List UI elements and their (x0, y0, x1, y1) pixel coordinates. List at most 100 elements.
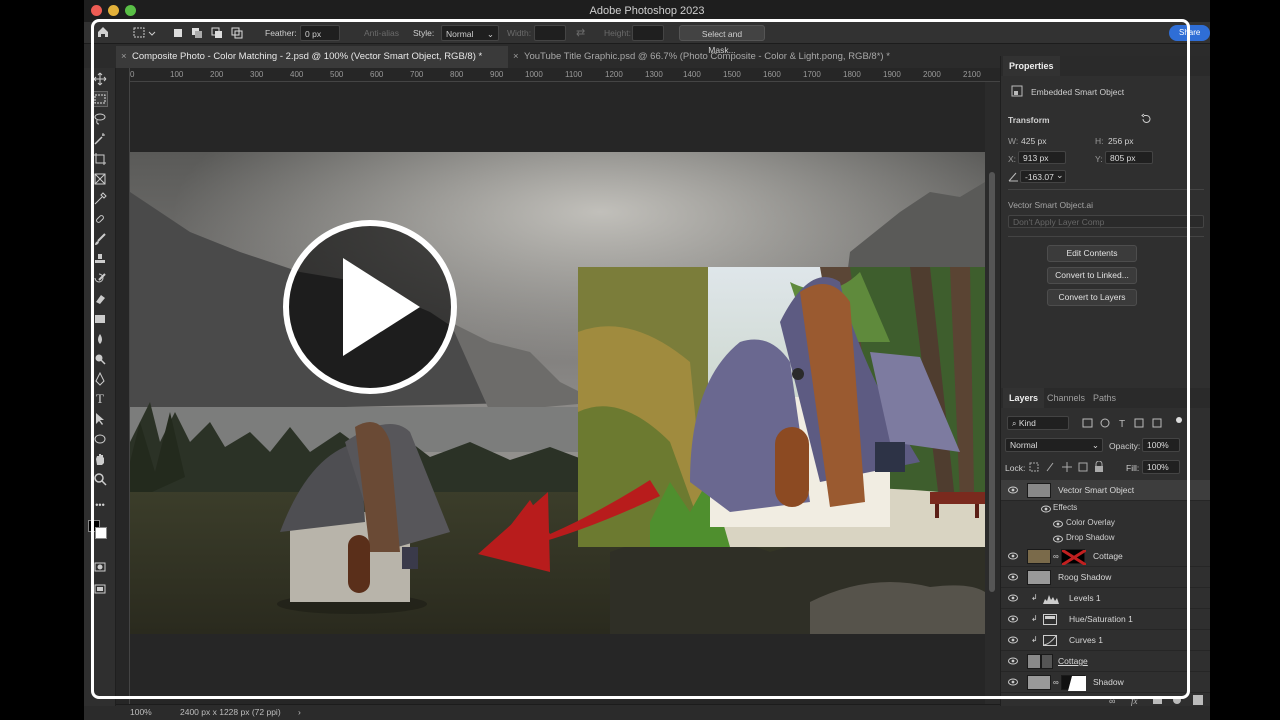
eraser-tool-icon[interactable] (93, 292, 107, 306)
blur-tool-icon[interactable] (93, 332, 107, 346)
share-button[interactable]: Share (1169, 25, 1210, 41)
ruler-tick-label: 1500 (723, 70, 741, 79)
visibility-eye-icon[interactable] (1008, 678, 1018, 686)
dodge-tool-icon[interactable] (93, 352, 107, 366)
convert-to-layers-button[interactable]: Convert to Layers (1047, 289, 1137, 306)
object-type-label: Embedded Smart Object (1031, 87, 1125, 97)
quick-mask-icon[interactable] (93, 560, 107, 574)
opacity-field[interactable]: 100% (1142, 438, 1180, 452)
move-tool-icon[interactable] (93, 72, 107, 86)
layer-actions-icons[interactable]: ∞ fx (1109, 694, 1209, 706)
lock-options-icons[interactable] (1029, 460, 1109, 475)
history-brush-tool-icon[interactable] (93, 272, 107, 286)
marquee-tool-icon[interactable] (92, 91, 108, 107)
screen-mode-icon[interactable] (93, 582, 107, 596)
layer-row[interactable]: ↲ Levels 1 (1001, 588, 1210, 609)
feather-input[interactable]: 0 px (300, 25, 340, 41)
layer-row[interactable]: ∞ Shadow (1001, 672, 1210, 693)
tab-channels[interactable]: Channels (1041, 388, 1091, 408)
style-select[interactable]: Normal ⌄ (441, 25, 499, 41)
layer-filter-icons[interactable]: T (1081, 417, 1191, 430)
marquee-preset-icon[interactable] (132, 25, 158, 41)
more-tools-icon[interactable]: ••• (93, 498, 107, 512)
layer-row[interactable]: Roog Shadow (1001, 567, 1210, 588)
background-color-swatch[interactable] (95, 527, 107, 539)
ruler-tick-label: 600 (370, 70, 384, 79)
visibility-eye-icon[interactable] (1008, 657, 1018, 665)
w-value[interactable]: 425 px (1021, 136, 1047, 146)
tab-composite-photo[interactable]: × Composite Photo - Color Matching - 2.p… (116, 46, 508, 68)
height-input[interactable] (632, 25, 664, 41)
pen-tool-icon[interactable] (93, 372, 107, 386)
gradient-tool-icon[interactable] (93, 312, 107, 326)
visibility-eye-icon[interactable] (1041, 505, 1051, 513)
zoom-level[interactable]: 100% (130, 707, 152, 717)
layer-row[interactable]: ∞ Cottage (1001, 546, 1210, 567)
fill-field[interactable]: 100% (1142, 460, 1180, 474)
minimize-window-button[interactable] (108, 5, 119, 16)
hand-tool-icon[interactable] (93, 452, 107, 466)
visibility-eye-icon[interactable] (1008, 594, 1018, 602)
tools-panel: T ••• (84, 68, 116, 706)
zoom-tool-icon[interactable] (93, 472, 107, 486)
layer-row[interactable]: ↲ Curves 1 (1001, 630, 1210, 651)
effect-row[interactable]: Drop Shadow (1001, 531, 1210, 546)
layer-row[interactable]: Cottage (1001, 651, 1210, 672)
healing-brush-tool-icon[interactable] (93, 212, 107, 226)
width-input[interactable] (534, 25, 566, 41)
video-play-button[interactable] (283, 220, 457, 394)
layer-row[interactable]: ↲ Hue/Saturation 1 (1001, 609, 1210, 630)
magic-wand-tool-icon[interactable] (93, 132, 107, 146)
frame-tool-icon[interactable] (93, 172, 107, 186)
select-and-mask-button[interactable]: Select and Mask... (679, 25, 765, 55)
close-tab-icon[interactable]: × (121, 46, 127, 68)
visibility-eye-icon[interactable] (1053, 535, 1063, 543)
layer-row[interactable]: Vector Smart Object (1001, 480, 1210, 501)
layer-filter-select[interactable]: ⌕ Kind (1007, 416, 1069, 430)
transform-heading: Transform (1008, 115, 1050, 125)
ellipse-tool-icon[interactable] (93, 432, 107, 446)
canvas-vertical-scrollbar[interactable] (985, 82, 1000, 706)
effects-row[interactable]: Effects (1001, 501, 1210, 516)
selection-mode-icons[interactable] (172, 25, 252, 41)
swap-icon[interactable]: ⇄ (576, 25, 585, 41)
blend-mode-select[interactable]: Normal ⌄ (1005, 438, 1103, 452)
visibility-eye-icon[interactable] (1008, 552, 1018, 560)
style-value: Normal (446, 29, 474, 39)
visibility-eye-icon[interactable] (1008, 486, 1018, 494)
clone-stamp-tool-icon[interactable] (93, 252, 107, 266)
type-tool-icon[interactable]: T (93, 391, 107, 406)
lasso-tool-icon[interactable] (93, 112, 107, 126)
ruler-tick-label: 0 (130, 70, 135, 79)
chevron-right-icon[interactable]: › (298, 707, 301, 717)
brush-tool-icon[interactable] (93, 232, 107, 246)
w-label: W: (1008, 136, 1019, 146)
effect-row[interactable]: Color Overlay (1001, 516, 1210, 531)
eyedropper-tool-icon[interactable] (93, 192, 107, 206)
close-tab-icon[interactable]: × (513, 46, 519, 68)
chevron-down-icon[interactable]: ⌄ (1056, 170, 1064, 181)
home-icon[interactable] (96, 25, 110, 41)
tab-properties[interactable]: Properties (1003, 56, 1060, 76)
convert-to-linked-button[interactable]: Convert to Linked... (1047, 267, 1137, 284)
visibility-eye-icon[interactable] (1008, 615, 1018, 623)
layer-comp-select[interactable]: Don't Apply Layer Comp (1008, 215, 1204, 228)
crop-tool-icon[interactable] (93, 152, 107, 166)
tab-youtube-title[interactable]: × YouTube Title Graphic.psd @ 66.7% (Pho… (508, 46, 928, 68)
tab-layers[interactable]: Layers (1003, 388, 1045, 408)
reset-transform-icon[interactable] (1140, 113, 1152, 127)
x-position-field[interactable]: 913 px (1018, 151, 1066, 164)
edit-contents-button[interactable]: Edit Contents (1047, 245, 1137, 262)
scrollbar-thumb[interactable] (989, 172, 995, 592)
tab-paths[interactable]: Paths (1087, 388, 1122, 408)
document-canvas[interactable] (130, 82, 985, 706)
zoom-window-button[interactable] (125, 5, 136, 16)
visibility-eye-icon[interactable] (1008, 636, 1018, 644)
antialias-checkbox[interactable]: Anti-alias (354, 25, 399, 41)
visibility-eye-icon[interactable] (1053, 520, 1063, 528)
h-value[interactable]: 256 px (1108, 136, 1134, 146)
y-position-field[interactable]: 805 px (1105, 151, 1153, 164)
visibility-eye-icon[interactable] (1008, 573, 1018, 581)
close-window-button[interactable] (91, 5, 102, 16)
path-selection-tool-icon[interactable] (93, 412, 107, 426)
